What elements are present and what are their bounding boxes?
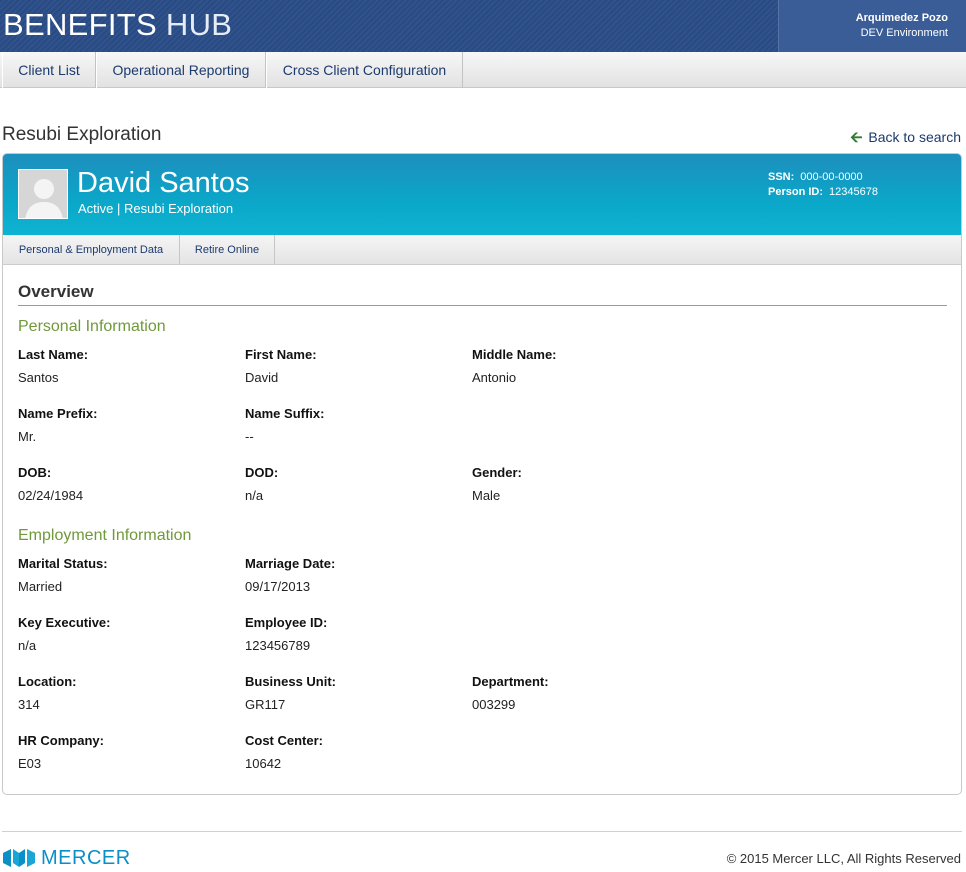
user-panel[interactable]: Arquimedez Pozo DEV Environment bbox=[778, 0, 966, 52]
field-name-prefix: Name Prefix: Mr. bbox=[18, 406, 238, 445]
field-value: n/a bbox=[18, 638, 37, 653]
field-gender: Gender: Male bbox=[472, 465, 692, 504]
avatar bbox=[18, 169, 68, 219]
field-marriage-date: Marriage Date: 09/17/2013 bbox=[245, 556, 465, 595]
field-first-name: First Name: David bbox=[245, 347, 465, 386]
field-name-suffix: Name Suffix: -- bbox=[245, 406, 465, 445]
field-value: 314 bbox=[18, 697, 40, 712]
field-business-unit: Business Unit: GR117 bbox=[245, 674, 465, 713]
field-value: 09/17/2013 bbox=[245, 579, 311, 594]
person-id-label: Person ID: bbox=[768, 186, 824, 198]
user-silhouette-icon bbox=[19, 170, 67, 218]
field-label: Gender: bbox=[472, 465, 522, 480]
tab-personal-employment-data[interactable]: Personal & Employment Data bbox=[3, 235, 180, 265]
field-label: Key Executive: bbox=[18, 615, 111, 630]
field-location: Location: 314 bbox=[18, 674, 238, 713]
field-value: E03 bbox=[18, 756, 42, 771]
field-value: David bbox=[245, 370, 279, 385]
main-nav: Client List Operational Reporting Cross … bbox=[0, 52, 966, 88]
field-middle-name: Middle Name: Antonio bbox=[472, 347, 692, 386]
field-value: Mr. bbox=[18, 429, 37, 444]
person-card: David Santos Active | Resubi Exploration… bbox=[2, 153, 962, 795]
copyright-text: © 2015 Mercer LLC, All Rights Reserved bbox=[726, 851, 961, 866]
field-value: Santos bbox=[18, 370, 59, 385]
field-marital-status: Marital Status: Married bbox=[18, 556, 238, 595]
personal-info-title: Personal Information bbox=[18, 318, 166, 335]
field-value: Married bbox=[18, 579, 63, 594]
field-label: HR Company: bbox=[18, 733, 104, 748]
overview-divider bbox=[18, 305, 947, 306]
person-banner: David Santos Active | Resubi Exploration… bbox=[3, 154, 961, 235]
nav-operational-reporting[interactable]: Operational Reporting bbox=[96, 52, 266, 88]
mercer-mark-icon bbox=[3, 849, 35, 867]
field-label: Cost Center: bbox=[245, 733, 324, 748]
mercer-logo[interactable]: MERCER bbox=[3, 848, 131, 868]
field-value: Antonio bbox=[472, 370, 517, 385]
field-employee-id: Employee ID: 123456789 bbox=[245, 615, 465, 654]
overview-title: Overview bbox=[18, 282, 94, 301]
field-label: DOB: bbox=[18, 465, 52, 480]
ssn-label: SSN: bbox=[768, 171, 795, 183]
nav-cross-client-configuration[interactable]: Cross Client Configuration bbox=[266, 52, 463, 88]
person-status: Active | Resubi Exploration bbox=[78, 201, 234, 216]
brand-part2: HUB bbox=[165, 7, 233, 42]
field-label: First Name: bbox=[245, 347, 317, 362]
field-label: Department: bbox=[472, 674, 549, 689]
environment-label: DEV Environment bbox=[860, 27, 948, 39]
mercer-wordmark: MERCER bbox=[41, 847, 131, 869]
field-value: 003299 bbox=[472, 697, 516, 712]
person-ids: SSN: 000-00-0000 Person ID: 12345678 bbox=[768, 170, 878, 200]
field-value: -- bbox=[245, 429, 254, 444]
field-label: DOD: bbox=[245, 465, 279, 480]
back-to-search-link[interactable]: 🡨 Back to search bbox=[850, 127, 961, 152]
user-name: Arquimedez Pozo bbox=[855, 12, 948, 24]
field-label: Employee ID: bbox=[245, 615, 328, 630]
footer-divider bbox=[2, 831, 962, 832]
back-to-search-label: Back to search bbox=[868, 129, 961, 145]
person-id-value: 12345678 bbox=[829, 186, 878, 198]
field-key-executive: Key Executive: n/a bbox=[18, 615, 238, 654]
nav-client-list[interactable]: Client List bbox=[2, 52, 96, 88]
employment-info-title: Employment Information bbox=[18, 527, 192, 544]
field-label: Marital Status: bbox=[18, 556, 108, 571]
field-label: Location: bbox=[18, 674, 77, 689]
person-tabs: Personal & Employment Data Retire Online bbox=[3, 235, 961, 265]
field-value: Male bbox=[472, 488, 501, 503]
page-title: Resubi Exploration bbox=[2, 124, 162, 145]
field-label: Business Unit: bbox=[245, 674, 337, 689]
field-dob: DOB: 02/24/1984 bbox=[18, 465, 238, 504]
person-name: David Santos bbox=[77, 167, 250, 199]
field-dod: DOD: n/a bbox=[245, 465, 465, 504]
field-label: Name Suffix: bbox=[245, 406, 325, 421]
field-label: Marriage Date: bbox=[245, 556, 336, 571]
tab-retire-online[interactable]: Retire Online bbox=[180, 235, 275, 265]
field-value: 123456789 bbox=[245, 638, 311, 653]
field-department: Department: 003299 bbox=[472, 674, 692, 713]
brand-part1: BENEFITS bbox=[3, 7, 157, 42]
arrow-left-icon: 🡨 bbox=[850, 129, 863, 146]
field-label: Middle Name: bbox=[472, 347, 557, 362]
ssn-value: 000-00-0000 bbox=[800, 171, 863, 183]
field-value: 02/24/1984 bbox=[18, 488, 84, 503]
field-label: Name Prefix: bbox=[18, 406, 98, 421]
field-value: 10642 bbox=[245, 756, 282, 771]
field-value: GR117 bbox=[245, 697, 286, 712]
field-hr-company: HR Company: E03 bbox=[18, 733, 238, 772]
field-value: n/a bbox=[245, 488, 264, 503]
field-last-name: Last Name: Santos bbox=[18, 347, 238, 386]
app-header: BENEFITS HUB Arquimedez Pozo DEV Environ… bbox=[0, 0, 966, 52]
app-logo[interactable]: BENEFITS HUB bbox=[3, 7, 232, 43]
field-label: Last Name: bbox=[18, 347, 89, 362]
field-cost-center: Cost Center: 10642 bbox=[245, 733, 465, 772]
